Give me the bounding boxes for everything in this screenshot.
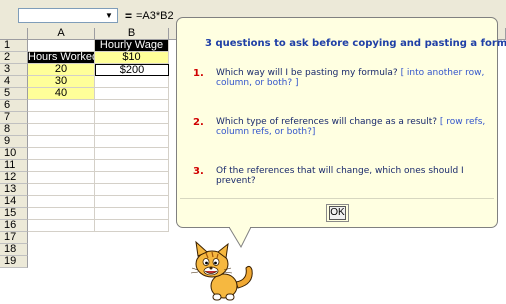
cat-assistant-icon[interactable]: [188, 240, 258, 302]
question-3-text: Of the references that will change, whic…: [216, 166, 464, 186]
balloon-title: 3 questions to ask before copying and pa…: [205, 38, 506, 49]
cell-b16[interactable]: [95, 220, 169, 232]
cell-a12[interactable]: [28, 172, 95, 184]
question-1: Which way will I be pasting my formula? …: [216, 68, 491, 88]
cell-a11[interactable]: [28, 160, 95, 172]
question-number-3: 3.: [193, 166, 204, 177]
cell-a7[interactable]: [28, 112, 95, 124]
ok-button[interactable]: OK: [329, 206, 346, 220]
cell-b5[interactable]: [95, 88, 169, 100]
column-header-a[interactable]: A: [28, 28, 95, 40]
cell-b8[interactable]: [95, 124, 169, 136]
cell-b9[interactable]: [95, 136, 169, 148]
cell-b12[interactable]: [95, 172, 169, 184]
equals-sign: =: [125, 9, 133, 23]
cell-b14[interactable]: [95, 196, 169, 208]
column-header-b[interactable]: B: [95, 28, 169, 40]
cell-b6[interactable]: [95, 100, 169, 112]
question-2-text: Which type of references will change as …: [216, 117, 438, 127]
cell-a3[interactable]: 20: [28, 64, 95, 76]
cell-a1[interactable]: [28, 40, 95, 52]
cell-a6[interactable]: [28, 100, 95, 112]
cell-a14[interactable]: [28, 196, 95, 208]
balloon-separator: [180, 198, 494, 199]
question-number-1: 1.: [193, 68, 204, 79]
question-2: Which type of references will change as …: [216, 117, 491, 137]
cell-b1[interactable]: Hourly Wage: [95, 40, 169, 52]
cell-b15[interactable]: [95, 208, 169, 220]
cell-a16[interactable]: [28, 220, 95, 232]
cell-a15[interactable]: [28, 208, 95, 220]
cell-a5[interactable]: 40: [28, 88, 95, 100]
cell-a4[interactable]: 30: [28, 76, 95, 88]
cell-a10[interactable]: [28, 148, 95, 160]
cell-b13[interactable]: [95, 184, 169, 196]
question-number-2: 2.: [193, 117, 204, 128]
question-3: Of the references that will change, whic…: [216, 166, 491, 186]
cell-a9[interactable]: [28, 136, 95, 148]
name-box[interactable]: ▼: [18, 8, 118, 23]
chevron-down-icon[interactable]: ▼: [103, 11, 115, 21]
cell-a8[interactable]: [28, 124, 95, 136]
question-1-text: Which way will I be pasting my formula?: [216, 68, 398, 78]
cell-a13[interactable]: [28, 184, 95, 196]
cell-b4[interactable]: [95, 76, 169, 88]
cell-b3[interactable]: $200: [95, 64, 169, 76]
cell-b11[interactable]: [95, 160, 169, 172]
cell-b2[interactable]: $10: [95, 52, 169, 64]
row-header-19[interactable]: 19: [0, 256, 28, 268]
cell-a2[interactable]: Hours Worked: [28, 52, 95, 64]
cell-b7[interactable]: [95, 112, 169, 124]
cell-b10[interactable]: [95, 148, 169, 160]
